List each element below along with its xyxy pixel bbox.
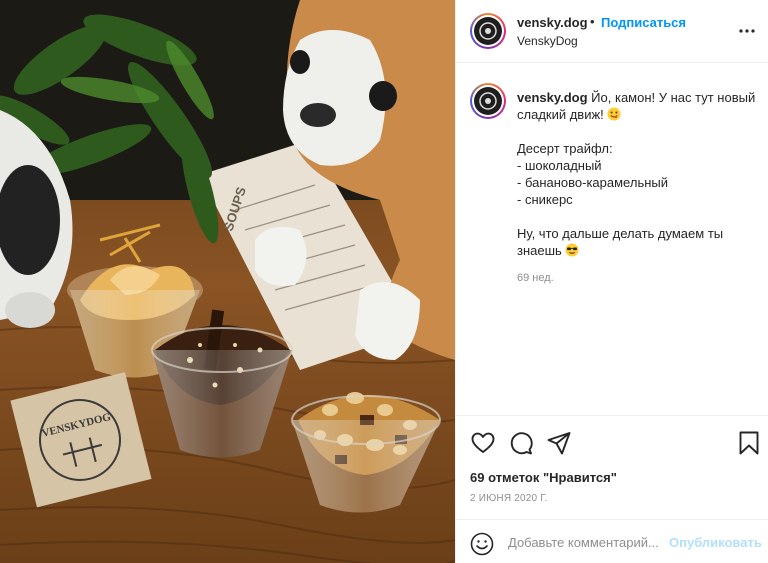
follow-button[interactable]: Подписаться (601, 15, 686, 30)
smile-icon[interactable] (470, 532, 494, 556)
post-actions: 69 отметок "Нравится" 2 ИЮНЯ 2020 Г. (456, 415, 768, 527)
post-header: vensky.dog • Подписаться VenskyDog (456, 0, 768, 63)
header-subtitle[interactable]: VenskyDog (517, 34, 578, 48)
caption-body: Десерт трайфл: - шоколадный - бананово-к… (517, 141, 724, 258)
caption-username[interactable]: vensky.dog (517, 90, 588, 105)
avatar-logo (474, 17, 502, 45)
avatar-logo (474, 87, 502, 115)
post-photo[interactable]: SOUPS VENSKYDOG (0, 0, 455, 563)
caption-avatar[interactable] (470, 83, 506, 119)
bookmark-icon[interactable] (736, 430, 762, 456)
paper-plane-icon[interactable] (546, 430, 572, 456)
sunglasses-emoji-icon (565, 243, 579, 257)
more-options-icon[interactable] (738, 22, 756, 40)
heart-icon[interactable] (470, 430, 496, 456)
avatar[interactable] (470, 13, 506, 49)
post-date[interactable]: 2 ИЮНЯ 2020 Г. (470, 493, 548, 504)
post-side-panel: vensky.dog • Подписаться VenskyDog vensk… (455, 0, 768, 563)
photo-illustration: SOUPS VENSKYDOG (0, 0, 455, 563)
publish-button[interactable]: Опубликовать (669, 535, 762, 550)
header-separator: • (590, 14, 595, 29)
comment-icon[interactable] (508, 430, 534, 456)
likes-count[interactable]: 69 отметок "Нравится" (470, 470, 617, 485)
header-username[interactable]: vensky.dog (517, 15, 588, 30)
caption-section: vensky.dog Йо, камон! У нас тут новый сл… (456, 63, 768, 415)
caption-timestamp[interactable]: 69 нед. (517, 272, 554, 284)
caption-text: vensky.dog Йо, камон! У нас тут новый сл… (517, 89, 757, 259)
comment-bar: Опубликовать (456, 519, 768, 563)
yum-emoji-icon (607, 107, 621, 121)
comment-input[interactable] (508, 530, 668, 554)
